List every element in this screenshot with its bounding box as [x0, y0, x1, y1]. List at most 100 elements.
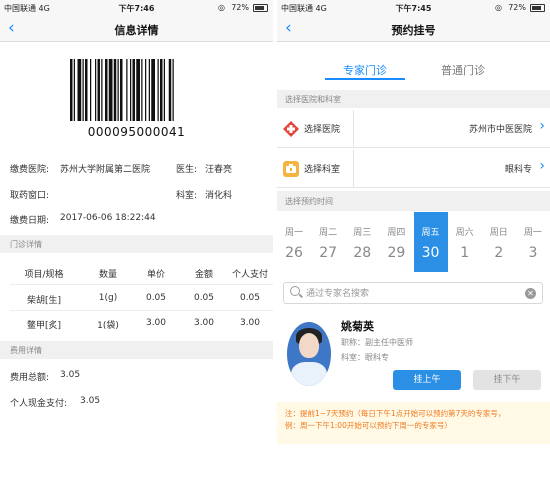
day-option[interactable]: 周五 30 [413, 212, 448, 272]
day-option[interactable]: 周二 27 [311, 212, 345, 272]
status-bar: 中国联通 4G 下午7:46 ◎ 72% [0, 0, 273, 16]
table-cell: 柴胡[生] [26, 296, 62, 306]
doctor-card: 姚菊英 职称：副主任中医师 科室：眼科专 挂上午 挂下午 [277, 312, 550, 398]
booking-note: 注：提前1~7天预约（每日下午1点开始可以预约第7天的专家号， 例：周一下午1:… [277, 402, 550, 444]
search-icon [290, 286, 300, 296]
doctor-avatar [287, 322, 331, 386]
hospital-cross-icon [283, 121, 299, 137]
barcode-bar [148, 59, 150, 121]
alarm-icon: ◎ [218, 3, 225, 12]
day-date: 30 [421, 245, 440, 261]
battery-icon [253, 4, 268, 12]
clinic-tabs: 专家门诊 普通门诊 [277, 42, 550, 80]
doctor-value: 汪春亮 [205, 165, 233, 175]
barcode-bar [145, 59, 147, 121]
table-cell: 1(袋) [97, 321, 119, 331]
barcode-bar [90, 59, 92, 121]
day-option[interactable]: 周一 3 [516, 212, 550, 272]
date-label: 缴费日期: [10, 216, 50, 226]
note-line: 例：周一下午1:00开始可以预约下周一的专家号） [285, 421, 452, 430]
table-header: 数量 [98, 270, 117, 280]
selected-department-value: 眼科专 [504, 165, 532, 175]
tab-general-clinic[interactable]: 普通门诊 [423, 62, 503, 78]
table-cell: 0.05 [239, 293, 261, 303]
barcode-bar [126, 59, 128, 121]
barcode-bar [85, 59, 88, 121]
avatar-body [291, 362, 327, 386]
page-title: 信息详情 [114, 24, 159, 37]
clear-icon[interactable]: ✕ [525, 288, 536, 299]
barcode-panel: 000095000041 [0, 42, 273, 152]
barcode-bar [132, 59, 135, 121]
barcode-bar [73, 59, 75, 121]
clinic-section-header: 门诊详情 [0, 235, 273, 253]
payment-detail-screen: 中国联通 4G 下午7:46 ◎ 72% ‹ 信息详情 000095000041… [0, 0, 273, 482]
barcode-bar [163, 59, 165, 121]
status-bar: 中国联通 4G 下午7:45 ◎ 72% [277, 0, 550, 16]
battery-percent: 72% [508, 3, 526, 12]
avatar-face [299, 333, 319, 358]
day-weekday: 周五 [421, 228, 440, 238]
barcode-bar [172, 59, 174, 121]
total-fee-value: 3.05 [60, 370, 81, 380]
barcode-bar [160, 59, 163, 121]
barcode-bar [151, 59, 155, 121]
table-cell: 鳖甲[炙] [26, 321, 62, 331]
expert-search-input[interactable] [306, 286, 516, 301]
tab-expert-clinic[interactable]: 专家门诊 [325, 62, 405, 78]
table-cell: 3.00 [145, 318, 167, 328]
day-option[interactable]: 周日 2 [482, 212, 516, 272]
day-picker: 周一 26 周二 27 周三 28 周四 29 周五 30 周六 1 周日 2 周一 3 [277, 212, 550, 276]
barcode-bar [141, 59, 143, 121]
day-date: 27 [319, 245, 338, 261]
barcode-bar [105, 59, 108, 121]
table-cell: 0.05 [145, 293, 167, 303]
table-cell: 0.05 [193, 293, 215, 303]
alarm-icon: ◎ [495, 3, 502, 12]
day-option[interactable]: 周一 26 [277, 212, 311, 272]
barcode-bar [136, 59, 140, 121]
row-divider [353, 150, 354, 188]
page-title: 预约挂号 [391, 24, 436, 37]
book-morning-button[interactable]: 挂上午 [393, 370, 461, 390]
time-section-header: 选择预约时间 [277, 191, 550, 211]
barcode-bar [108, 59, 113, 121]
barcode-bar [117, 59, 119, 121]
barcode-number: 000095000041 [87, 125, 186, 139]
doctor-department: 科室：眼科专 [341, 353, 389, 362]
book-afternoon-button[interactable]: 挂下午 [473, 370, 541, 390]
chevron-right-icon: › [539, 158, 545, 174]
day-weekday: 周三 [353, 228, 372, 238]
day-option[interactable]: 周四 29 [379, 212, 413, 272]
barcode-bar [82, 59, 84, 121]
table-header: 单价 [146, 270, 165, 280]
chevron-right-icon: › [539, 118, 545, 134]
barcode-bar [101, 59, 103, 121]
select-department-row[interactable]: 选择科室 眼科专 › [277, 150, 550, 188]
barcode-bar [168, 59, 172, 121]
day-option[interactable]: 周三 28 [345, 212, 379, 272]
active-tab-indicator [325, 78, 405, 80]
table-cell: 3.00 [193, 318, 215, 328]
select-hospital-label: 选择医院 [304, 125, 341, 135]
doctor-title: 职称：副主任中医师 [341, 338, 413, 347]
total-fee-label: 费用总额: [10, 373, 50, 383]
row-divider [353, 110, 354, 148]
day-weekday: 周日 [489, 228, 508, 238]
table-header: 项目/规格 [24, 270, 64, 280]
select-hospital-row[interactable]: 选择医院 苏州市中医医院 › [277, 110, 550, 148]
nav-bar: ‹ 信息详情 [0, 16, 273, 42]
day-date: 29 [387, 245, 406, 261]
row-divider [10, 284, 273, 285]
cash-pay-value: 3.05 [80, 396, 101, 406]
day-weekday: 周一 [285, 228, 304, 238]
day-date: 1 [460, 245, 470, 261]
barcode-bar [113, 59, 117, 121]
day-date: 3 [528, 245, 538, 261]
cash-pay-label: 个人现金支付: [10, 399, 68, 409]
fee-section-header: 费用详情 [0, 341, 273, 359]
dept-label: 科室: [176, 191, 198, 201]
day-option[interactable]: 周六 1 [448, 212, 482, 272]
expert-search-box: ✕ [283, 282, 543, 304]
day-date: 28 [353, 245, 372, 261]
